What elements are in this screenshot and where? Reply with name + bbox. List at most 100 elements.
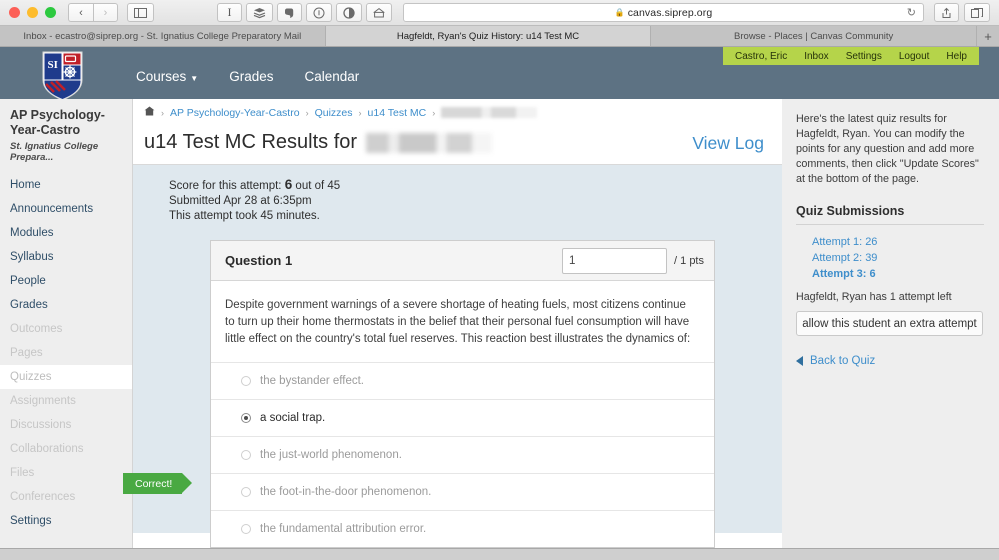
sidebar-item-grades[interactable]: Grades [0, 293, 132, 317]
question-header: Question 1 / 1 pts [211, 241, 714, 281]
home-icon[interactable] [144, 106, 155, 119]
attempt-link-1[interactable]: Attempt 1: 26 [812, 234, 984, 250]
browser-toolbar: ‹ › I 🔒 canvas.siprep.org ↻ [0, 0, 999, 26]
sidebar-item-announcements[interactable]: Announcements [0, 197, 132, 221]
sidebar-item-collaborations[interactable]: Collaborations [0, 437, 132, 461]
browser-tab-3[interactable]: Browse - Places | Canvas Community [651, 26, 978, 46]
layers-icon[interactable] [246, 3, 273, 22]
answer-option[interactable]: the just-world phenomenon. [211, 436, 714, 473]
window-controls [0, 7, 56, 18]
page-title: u14 Test MC Results for [144, 131, 493, 154]
sidebar-item-files[interactable]: Files [0, 461, 132, 485]
score-prefix: Score for this attempt: [169, 180, 282, 192]
nav-courses[interactable]: Courses ▼ [136, 69, 198, 84]
breadcrumb-student-redacted [441, 107, 538, 118]
answer-label: the just-world phenomenon. [260, 449, 402, 461]
extension-toolbar: I [217, 3, 392, 22]
minimize-window-button[interactable] [27, 7, 38, 18]
back-button[interactable]: ‹ [68, 3, 93, 22]
breadcrumb-quiz[interactable]: u14 Test MC [368, 107, 427, 119]
user-menu-bar: Castro, Eric Inbox Settings Logout Help [722, 47, 979, 65]
sidebar-toggle-icon[interactable] [127, 3, 154, 22]
help-link[interactable]: Help [946, 51, 967, 62]
toolbar-right-icons [934, 3, 999, 22]
answer-option[interactable]: the fundamental attribution error. [211, 510, 714, 547]
browser-tab-2[interactable]: Hagfeldt, Ryan's Quiz History: u14 Test … [325, 26, 652, 46]
canvas-main-nav: Courses ▼ Grades Calendar [136, 69, 359, 84]
user-name[interactable]: Castro, Eric [735, 51, 787, 62]
main-content: › AP Psychology-Year-Castro › Quizzes › … [123, 99, 782, 548]
answer-label: the bystander effect. [260, 375, 364, 387]
sidebar-item-home[interactable]: Home [0, 173, 132, 197]
sidebar-item-settings[interactable]: Settings [0, 509, 132, 533]
course-navigation: AP Psychology-Year-Castro St. Ignatius C… [0, 99, 132, 548]
sidebar-item-people[interactable]: People [0, 269, 132, 293]
sidebar-item-pages[interactable]: Pages [0, 341, 132, 365]
radio-icon[interactable] [241, 487, 251, 497]
question-points-input[interactable] [562, 247, 668, 274]
correct-flag-badge: Correct! [123, 473, 193, 494]
evernote-elephant-icon[interactable] [277, 3, 302, 22]
tab-bar: Inbox - ecastro@siprep.org - St. Ignatiu… [0, 26, 999, 47]
breadcrumb-course[interactable]: AP Psychology-Year-Castro [170, 107, 300, 119]
attempt-duration: This attempt took 45 minutes. [169, 210, 320, 222]
answer-label: the foot-in-the-door phenomenon. [260, 486, 432, 498]
school-crest-logo[interactable]: SI [42, 51, 83, 101]
sidebar-item-quizzes[interactable]: Quizzes [0, 365, 132, 389]
reload-icon[interactable]: ↻ [907, 6, 916, 19]
new-tab-button[interactable]: + [977, 26, 999, 46]
answer-label: a social trap. [260, 412, 326, 424]
browser-window: ‹ › I 🔒 canvas.siprep.org ↻ Inbox - ecas… [0, 0, 999, 560]
nav-grades[interactable]: Grades [229, 69, 273, 84]
answer-option[interactable]: a social trap. [211, 399, 714, 436]
breadcrumb-separator: › [305, 107, 309, 118]
navigation-buttons: ‹ › [68, 3, 118, 22]
sidebar-item-modules[interactable]: Modules [0, 221, 132, 245]
sidebar-item-discussions[interactable]: Discussions [0, 413, 132, 437]
radio-icon[interactable] [241, 376, 251, 386]
question-name: Question 1 [225, 253, 293, 268]
breadcrumb-separator: › [161, 107, 164, 118]
breadcrumb-quizzes[interactable]: Quizzes [315, 107, 353, 119]
attempts-left-note: Hagfeldt, Ryan has 1 attempt left [796, 291, 952, 303]
attempt-link-3[interactable]: Attempt 3: 6 [812, 266, 984, 282]
breadcrumb: › AP Psychology-Year-Castro › Quizzes › … [133, 99, 782, 119]
view-log-link[interactable]: View Log [692, 133, 764, 154]
show-tabs-icon[interactable] [964, 3, 990, 22]
nav-calendar[interactable]: Calendar [304, 69, 359, 84]
forward-button[interactable]: › [93, 3, 118, 22]
sidebar-item-outcomes[interactable]: Outcomes [0, 317, 132, 341]
inbox-link[interactable]: Inbox [804, 51, 828, 62]
answer-option[interactable]: the bystander effect. [211, 362, 714, 399]
answer-option[interactable]: the foot-in-the-door phenomenon. [211, 473, 714, 510]
attempt-link-2[interactable]: Attempt 2: 39 [812, 250, 984, 266]
radio-icon[interactable] [241, 524, 251, 534]
sidebar-item-assignments[interactable]: Assignments [0, 389, 132, 413]
contrast-circle-icon[interactable] [336, 3, 362, 22]
share-icon[interactable] [934, 3, 959, 22]
back-to-quiz-link[interactable]: Back to Quiz [796, 355, 984, 367]
address-bar[interactable]: 🔒 canvas.siprep.org ↻ [403, 3, 924, 22]
canvas-header: Castro, Eric Inbox Settings Logout Help … [0, 47, 999, 101]
quiz-result-body: Score for this attempt: 6 out of 45 Subm… [123, 165, 782, 548]
page-title-text: u14 Test MC Results for [144, 131, 358, 153]
sidebar-item-syllabus[interactable]: Syllabus [0, 245, 132, 269]
logout-link[interactable]: Logout [899, 51, 930, 62]
url-text: canvas.siprep.org [627, 6, 713, 19]
window-bottom-bar [0, 548, 999, 560]
home-icon[interactable] [366, 3, 392, 22]
radio-icon[interactable] [241, 413, 251, 423]
score-value: 6 [284, 177, 293, 192]
settings-link[interactable]: Settings [846, 51, 882, 62]
close-window-button[interactable] [9, 7, 20, 18]
info-circle-icon[interactable] [306, 3, 332, 22]
extra-attempt-button[interactable]: allow this student an extra attempt [796, 311, 983, 336]
sidebar-item-conferences[interactable]: Conferences [0, 485, 132, 509]
attempts-list: Attempt 1: 26 Attempt 2: 39 Attempt 3: 6 [796, 225, 984, 282]
question-text: Despite government warnings of a severe … [225, 299, 691, 345]
browser-tab-1[interactable]: Inbox - ecastro@siprep.org - St. Ignatiu… [0, 26, 326, 46]
maximize-window-button[interactable] [45, 7, 56, 18]
text-tool-icon[interactable]: I [217, 3, 242, 22]
radio-icon[interactable] [241, 450, 251, 460]
answer-label: the fundamental attribution error. [260, 523, 427, 535]
